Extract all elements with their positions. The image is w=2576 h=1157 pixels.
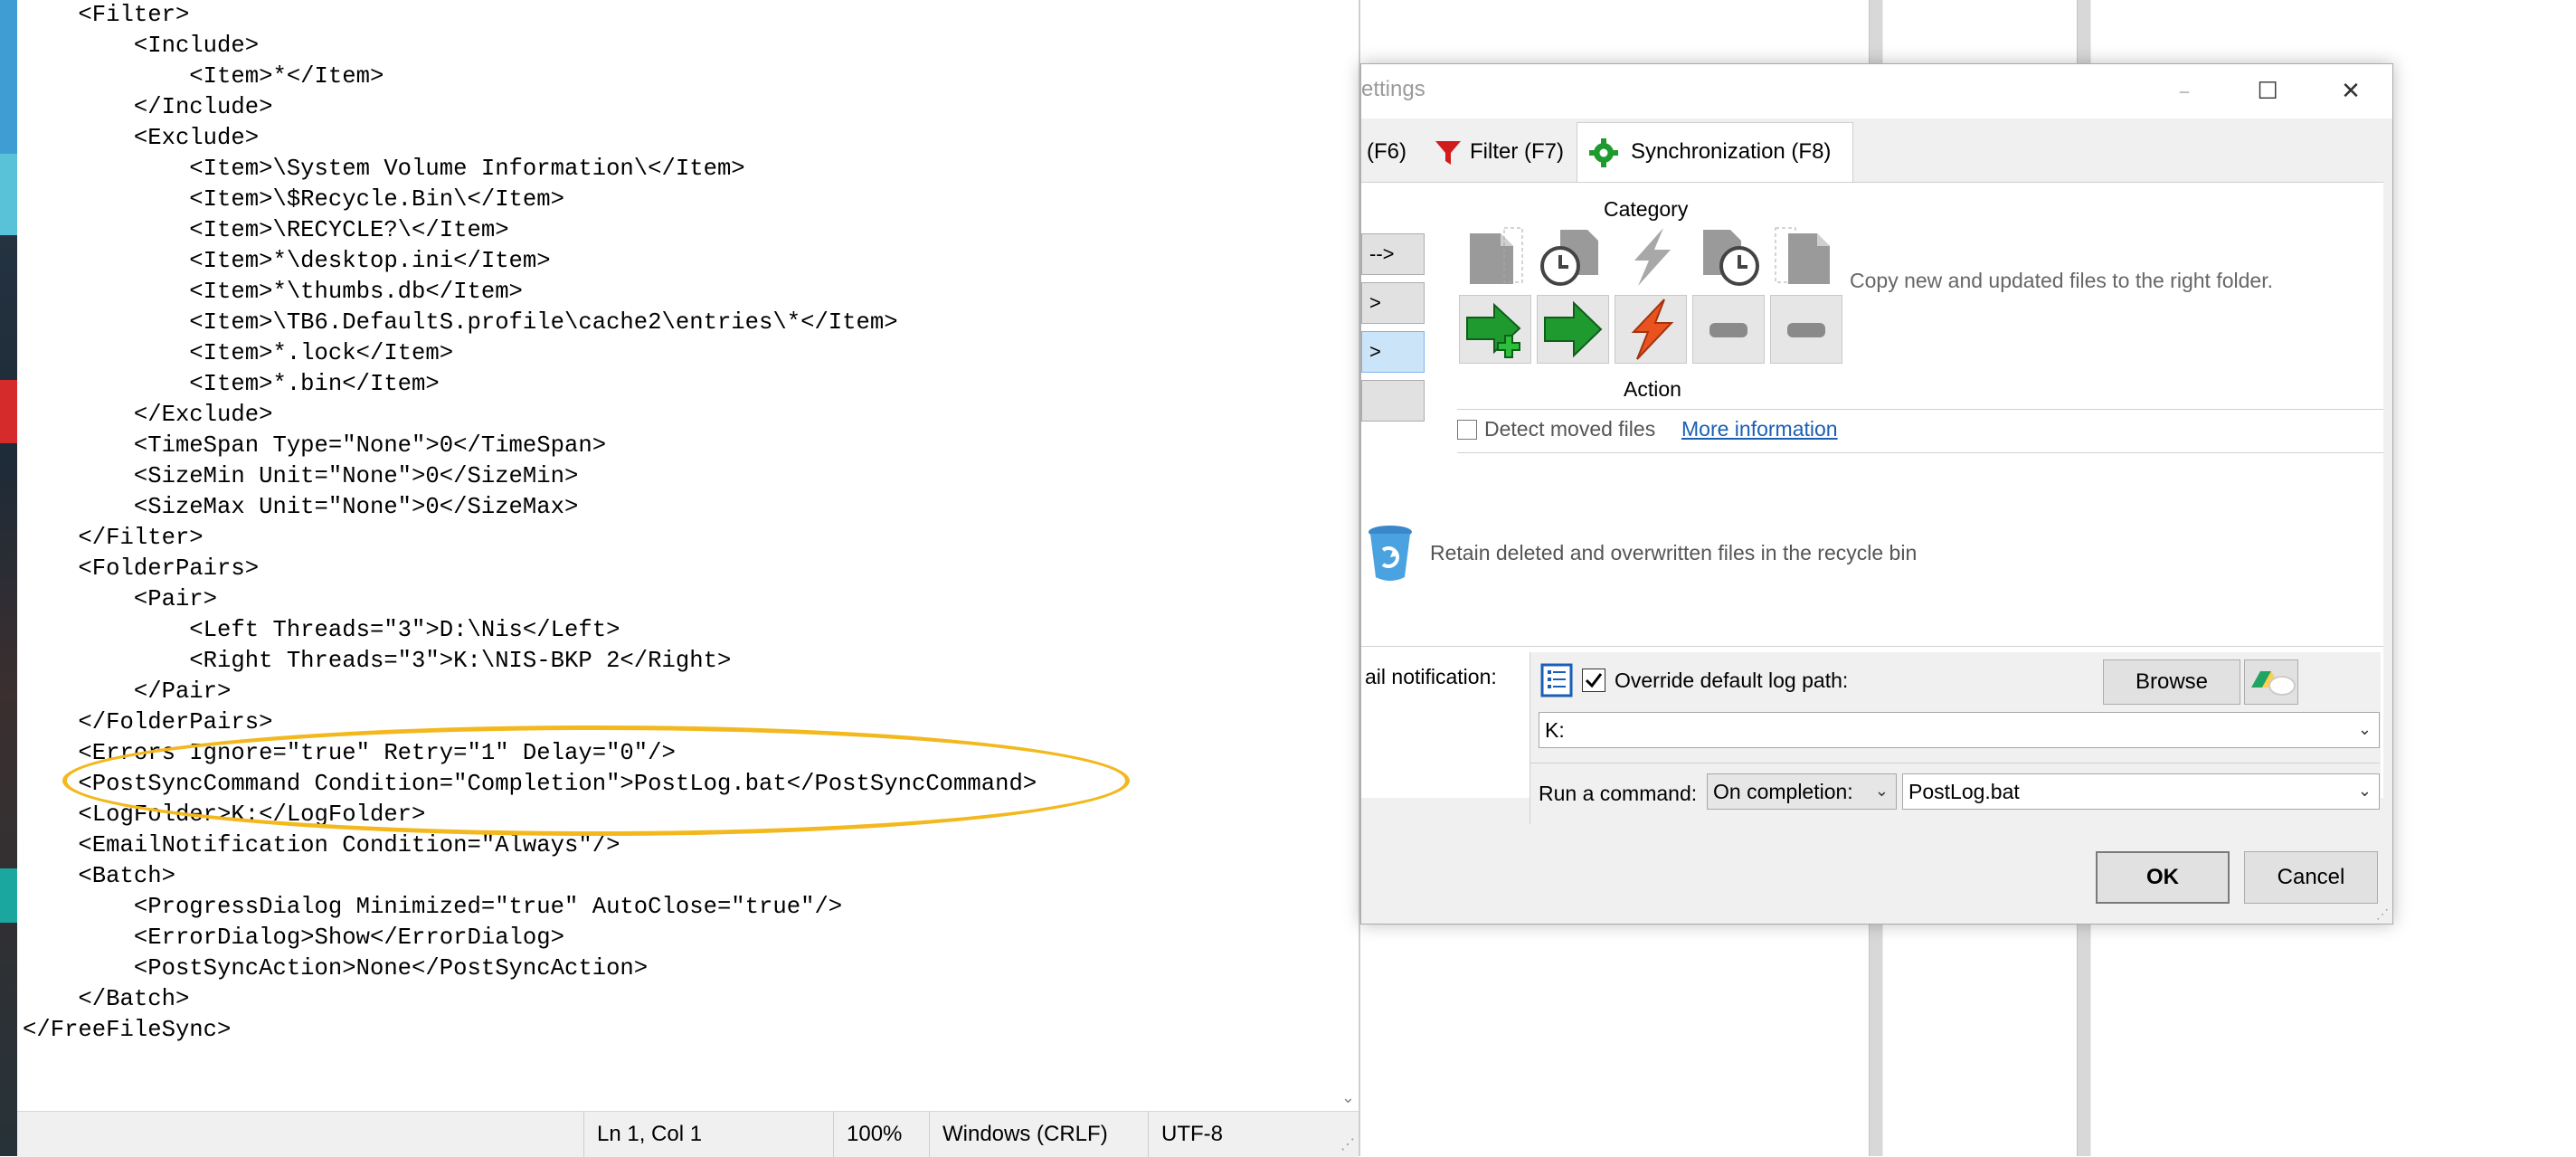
run-condition-value: On completion: bbox=[1713, 780, 1853, 803]
category-label: Category bbox=[1604, 197, 1689, 221]
tab-synchronization[interactable]: Synchronization (F8) bbox=[1589, 126, 1831, 178]
resize-grip-icon[interactable]: ⋰ bbox=[1340, 1135, 1355, 1153]
override-log-checkbox[interactable] bbox=[1582, 669, 1605, 692]
minimize-button[interactable]: – bbox=[2143, 64, 2226, 119]
zoom-level: 100% bbox=[833, 1112, 929, 1157]
action-none-right-button[interactable] bbox=[1770, 295, 1842, 364]
do-nothing-icon bbox=[1787, 323, 1825, 337]
divider bbox=[1457, 409, 2383, 410]
email-notification-label: ail notification: bbox=[1365, 665, 1497, 688]
desktop-icon-fragment bbox=[0, 868, 17, 923]
chevron-down-icon[interactable]: ⌄ bbox=[1341, 1088, 1355, 1107]
cloud-drive-icon bbox=[2251, 671, 2296, 696]
status-bar: Ln 1, Col 1 100% Windows (CRLF) UTF-8 ⋰ bbox=[17, 1111, 1359, 1157]
conflict-lightning-icon bbox=[1634, 228, 1671, 286]
tab-compare[interactable]: (F6) bbox=[1367, 126, 1406, 178]
green-arrow-icon bbox=[1544, 300, 1603, 358]
detect-moved-label: Detect moved files bbox=[1484, 417, 1656, 441]
recycle-bin-icon bbox=[1368, 526, 1412, 581]
chevron-down-icon[interactable]: ⌄ bbox=[2358, 713, 2372, 747]
override-log-label: Override default log path: bbox=[1615, 669, 1849, 692]
cancel-button[interactable]: Cancel bbox=[2244, 851, 2378, 904]
desktop-background-strip bbox=[0, 0, 17, 1156]
more-information-link[interactable]: More information bbox=[1681, 414, 1838, 443]
line-ending: Windows (CRLF) bbox=[929, 1112, 1148, 1157]
run-condition-select[interactable]: On completion: ⌄ bbox=[1707, 773, 1897, 810]
check-icon bbox=[1585, 673, 1603, 688]
close-button[interactable]: ✕ bbox=[2309, 64, 2392, 119]
variant-update-button[interactable]: > bbox=[1361, 331, 1425, 373]
cloud-drive-button[interactable] bbox=[2244, 659, 2298, 705]
left-only-file-icon bbox=[1470, 227, 1523, 284]
right-newer-file-icon bbox=[1703, 230, 1759, 286]
action-update-right-button[interactable] bbox=[1537, 295, 1609, 364]
cursor-position: Ln 1, Col 1 bbox=[583, 1112, 833, 1157]
recycle-bin-label: Retain deleted and overwritten files in … bbox=[1430, 541, 1918, 564]
desktop-icon-fragment bbox=[0, 154, 17, 235]
orange-lightning-icon bbox=[1631, 299, 1674, 360]
funnel-icon bbox=[1435, 140, 1461, 165]
notepad-window: <Filter> <Include> <Item>*</Item> </Incl… bbox=[17, 0, 1360, 1157]
variant-two-way-button[interactable]: > bbox=[1361, 282, 1425, 324]
desktop-icon-fragment bbox=[0, 380, 17, 443]
xml-content[interactable]: <Filter> <Include> <Item>*</Item> </Incl… bbox=[17, 0, 1359, 1046]
variant-mirror-button[interactable]: --> bbox=[1361, 233, 1425, 275]
log-path-value: K: bbox=[1545, 718, 1565, 742]
dialog-title: ettings bbox=[1361, 77, 1425, 101]
command-value: PostLog.bat bbox=[1908, 780, 2020, 803]
left-newer-file-icon bbox=[1540, 230, 1598, 286]
browse-button[interactable]: Browse bbox=[2103, 659, 2240, 705]
do-nothing-icon bbox=[1709, 323, 1747, 337]
category-description: Copy new and updated files to the right … bbox=[1850, 269, 2273, 292]
action-create-right-button[interactable] bbox=[1459, 295, 1531, 364]
variant-custom-button[interactable] bbox=[1361, 380, 1425, 422]
ok-button[interactable]: OK bbox=[2096, 851, 2230, 904]
tab-filter[interactable]: Filter (F7) bbox=[1434, 126, 1564, 178]
gear-icon bbox=[1589, 138, 1618, 167]
maximize-button[interactable]: ☐ bbox=[2226, 64, 2309, 119]
log-path-combo[interactable]: K: ⌄ bbox=[1539, 712, 2380, 748]
sync-settings-dialog: ettings – ☐ ✕ (F6) Filter (F7) Synchroni… bbox=[1360, 63, 2393, 925]
action-label: Action bbox=[1624, 377, 1681, 401]
vertical-scrollbar[interactable]: ⌄ bbox=[1337, 0, 1359, 1111]
desktop-icon-fragment bbox=[0, 0, 17, 154]
command-combo[interactable]: PostLog.bat ⌄ bbox=[1902, 773, 2380, 810]
run-command-label: Run a command: bbox=[1539, 782, 1698, 805]
dialog-titlebar[interactable]: ettings – ☐ ✕ bbox=[1361, 64, 2392, 119]
right-only-file-icon bbox=[1775, 227, 1830, 284]
chevron-down-icon[interactable]: ⌄ bbox=[2358, 774, 2372, 809]
encoding: UTF-8 bbox=[1148, 1112, 1359, 1157]
tab-filter-label: Filter (F7) bbox=[1470, 139, 1564, 164]
divider bbox=[1361, 646, 2383, 647]
tab-synchronization-label: Synchronization (F8) bbox=[1631, 139, 1832, 164]
text-editor-area[interactable]: <Filter> <Include> <Item>*</Item> </Incl… bbox=[17, 0, 1359, 1111]
log-list-icon bbox=[1540, 663, 1573, 697]
action-conflict-button[interactable] bbox=[1615, 295, 1687, 364]
chevron-down-icon[interactable]: ⌄ bbox=[1875, 774, 1889, 809]
divider bbox=[1457, 452, 2383, 453]
action-none-button[interactable] bbox=[1692, 295, 1765, 364]
green-arrow-plus-icon bbox=[1466, 302, 1521, 358]
detect-moved-checkbox[interactable] bbox=[1457, 420, 1477, 440]
resize-grip-icon[interactable]: ⋰ bbox=[2376, 906, 2389, 922]
